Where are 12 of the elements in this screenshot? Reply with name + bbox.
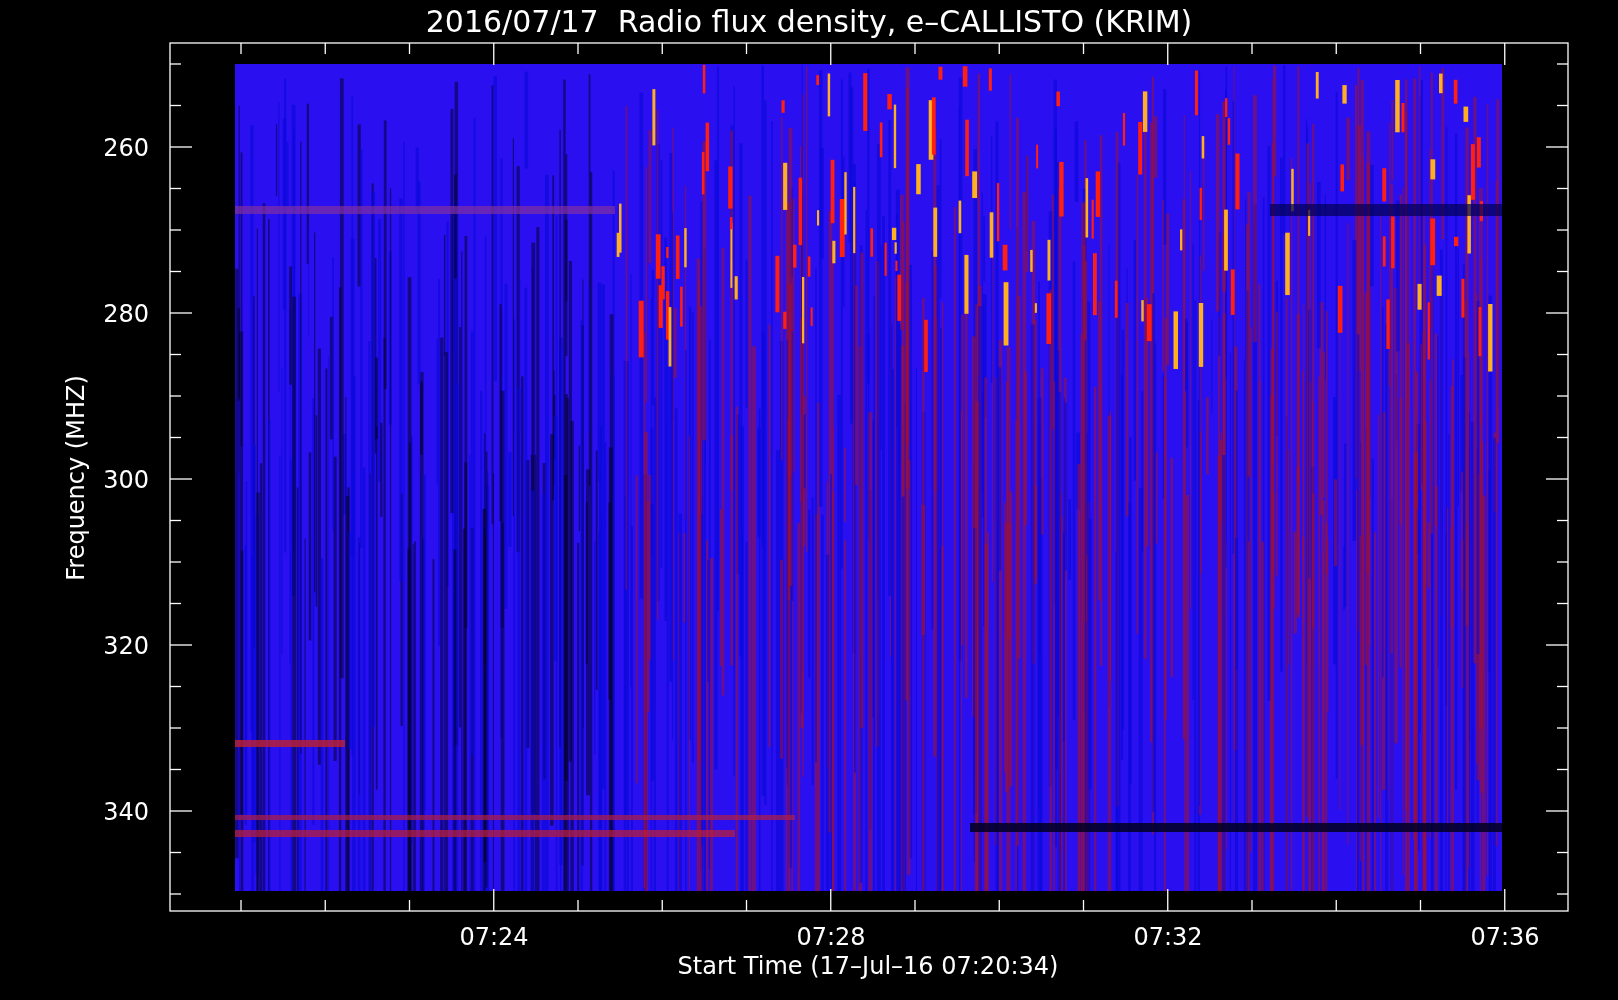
tick-label: 07:24 (459, 923, 529, 951)
chart-title: 2016/07/17 Radio flux density, e–CALLISTO (KRIM) (425, 4, 1193, 39)
axis-title: Start Time (17–Jul–16 07:20:34) (677, 952, 1059, 980)
tick-label: 07:36 (1470, 923, 1540, 951)
axis-title: Frequency (MHZ) (62, 375, 90, 581)
tick-label: 280 (103, 300, 149, 328)
tick-label: 300 (103, 466, 149, 494)
tick-label: 260 (103, 134, 149, 162)
tick-label: 340 (103, 798, 149, 826)
tick-label: 320 (103, 632, 149, 660)
tick-label: 07:32 (1133, 923, 1203, 951)
tick-label: 07:28 (796, 923, 866, 951)
